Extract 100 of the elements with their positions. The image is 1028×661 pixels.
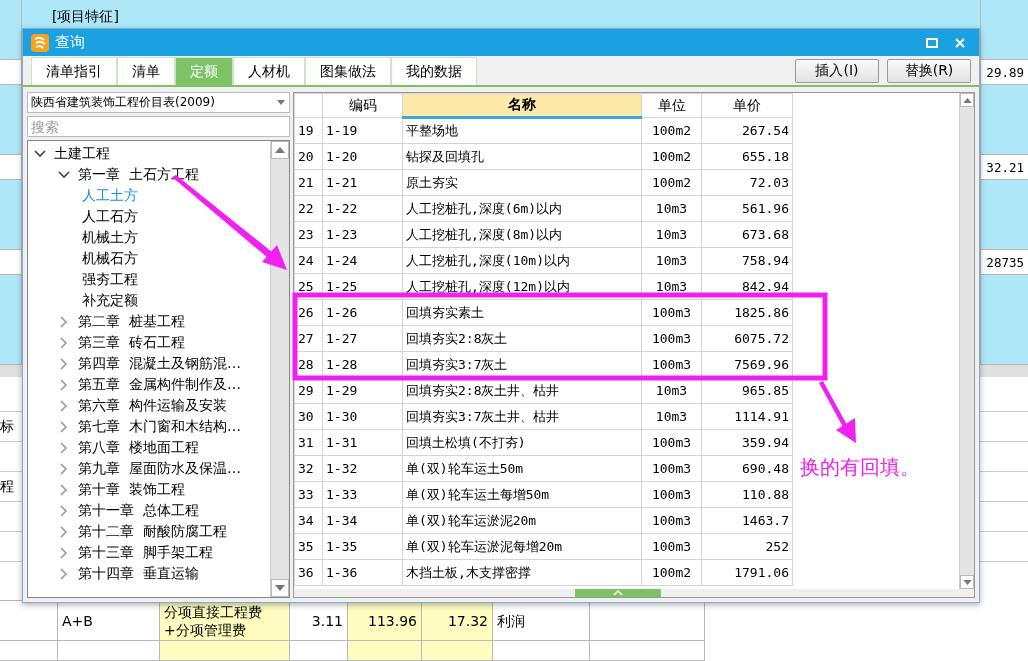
chevron-right-icon[interactable] [58,420,70,433]
tree-item[interactable]: 第十二章 耐酸防腐工程 [78,522,227,541]
column-header[interactable]: 编码 [322,93,403,118]
triangle-up-icon [275,147,285,153]
table-cell: 10m3 [641,273,702,300]
library-dropdown[interactable]: 陕西省建筑装饰工程价目表(2009) [27,92,290,113]
tab[interactable]: 清单指引 [31,57,117,85]
tree-item[interactable]: 人工石方 [82,207,138,226]
scrollbar[interactable] [959,93,974,589]
column-header[interactable]: 名称 [402,93,642,118]
row-number: 32 [294,455,323,482]
table-cell: 100m3 [641,455,702,482]
row-number: 25 [294,273,323,300]
chevron-right-icon[interactable] [58,357,70,370]
chevron-right-icon[interactable] [58,336,70,349]
tree-item[interactable]: 人工土方 [82,186,138,205]
replace-button[interactable]: 替换(R) [887,59,971,83]
table-cell: 1-22 [322,195,403,222]
table-cell: 110.88 [701,481,793,508]
scroll-up-button[interactable] [960,93,974,107]
chevron-down-icon[interactable] [34,147,46,160]
collapse-handle[interactable] [575,589,661,597]
chevron-right-icon[interactable] [58,567,70,580]
chevron-right-icon[interactable] [58,462,70,475]
table-cell: 3.11 [290,601,348,641]
tree-item[interactable]: 第十三章 脚手架工程 [78,543,213,562]
row-number: 33 [294,481,323,508]
table-cell: 561.96 [701,195,793,222]
table-cell: 平整场地 [402,117,642,144]
row-number: 21 [294,169,323,196]
tree-item[interactable]: 第二章 桩基工程 [78,312,185,331]
tree-item[interactable]: 第十四章 垂直运输 [78,564,199,583]
table-cell: 1-23 [322,221,403,248]
table-cell: 木挡土板,木支撑密撑 [402,559,642,586]
tree-item[interactable]: 第七章 木门窗和木结构… [78,417,241,436]
chevron-right-icon[interactable] [58,399,70,412]
table-cell: 100m2 [641,559,702,586]
chevron-right-icon[interactable] [58,546,70,559]
tab[interactable]: 图集做法 [305,57,391,85]
search-field[interactable]: 搜索 [27,116,290,137]
column-header[interactable]: 单价 [701,93,793,118]
tree-item[interactable]: 第十一章 总体工程 [78,501,199,520]
tab[interactable]: 人材机 [233,57,305,85]
table-cell: 359.94 [701,429,793,456]
tree-item[interactable]: 第四章 混凝土及钢筋混… [78,354,241,373]
table-cell: 673.68 [701,221,793,248]
chevron-right-icon[interactable] [58,315,70,328]
tree-item[interactable]: 第十章 装饰工程 [78,480,185,499]
scrollbar[interactable] [270,141,289,597]
table-cell: 1791.06 [701,559,793,586]
table-cell: 单(双)轮车运土每增50m [402,481,642,508]
close-icon [954,36,966,49]
table-cell: 1-25 [322,273,403,300]
chevron-right-icon[interactable] [58,483,70,496]
chevron-right-icon[interactable] [58,525,70,538]
table-cell: 1-32 [322,455,403,482]
table-cell: 267.54 [701,117,793,144]
table-cell: 17.32 [422,601,493,641]
table-cell: 1463.7 [701,507,793,534]
row-number: 20 [294,143,323,170]
table-cell: 单(双)轮车运土50m [402,455,642,482]
table-cell: 100m2 [641,169,702,196]
chevron-right-icon[interactable] [58,441,70,454]
chevron-right-icon[interactable] [58,378,70,391]
tab[interactable]: 清单 [117,57,175,85]
table-cell: 回填土松填(不打夯) [402,429,642,456]
tree-item[interactable]: 第六章 构件运输及安装 [78,396,227,415]
scroll-down-button[interactable] [271,579,289,597]
cell-value: 28735 [986,254,1024,270]
tree-item[interactable]: 第五章 金属构件制作及… [78,375,241,394]
table-cell: 回填夯实2:8灰土 [402,325,642,352]
tree-item[interactable]: 土建工程 [54,144,110,163]
tree-item[interactable]: 强夯工程 [82,270,138,289]
tab[interactable]: 我的数据 [391,57,477,85]
table-cell: 1-36 [322,559,403,586]
tree-item[interactable]: 机械石方 [82,249,138,268]
table-cell: 人工挖桩孔,深度(12m)以内 [402,273,642,300]
chevron-up-icon [613,589,623,595]
tree-item[interactable]: 第九章 屋面防水及保温… [78,459,241,478]
annotation-arrow [819,381,856,443]
maximize-icon [926,37,938,48]
tree-item[interactable]: 第三章 砖石工程 [78,333,185,352]
scroll-up-button[interactable] [271,141,289,159]
table-cell: 690.48 [701,455,793,482]
tree-item[interactable]: 机械土方 [82,228,138,247]
tree-item[interactable]: 补充定额 [82,291,138,310]
column-header[interactable]: 单位 [641,93,702,118]
scroll-down-button[interactable] [960,575,974,589]
table-cell: 单(双)轮车运淤泥20m [402,507,642,534]
table-cell: 1-20 [322,143,403,170]
table-cell: 1-30 [322,403,403,430]
insert-button[interactable]: 插入(I) [795,59,879,83]
table-cell: 回填夯实3:7灰土井、枯井 [402,403,642,430]
table-cell: 100m2 [641,143,702,170]
chevron-right-icon[interactable] [58,504,70,517]
app-logo-icon [31,33,49,52]
chevron-down-icon[interactable] [58,168,70,181]
table-cell: 100m2 [641,117,702,144]
table-cell: 人工挖桩孔,深度(10m)以内 [402,247,642,274]
triangle-down-icon [275,585,285,591]
